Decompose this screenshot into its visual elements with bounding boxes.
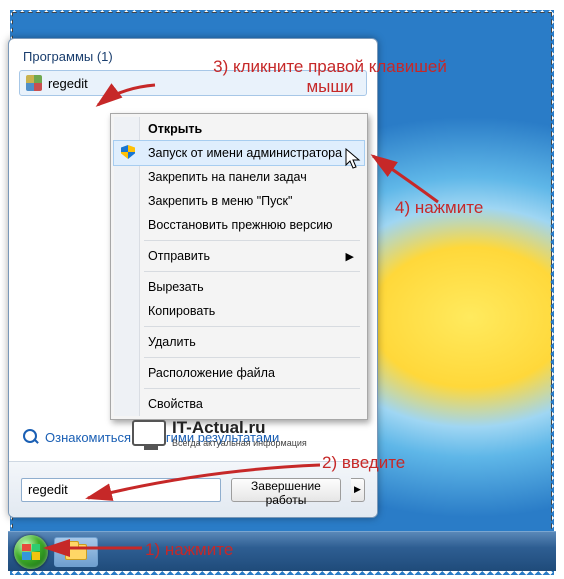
taskbar-explorer-button[interactable]: [54, 537, 98, 567]
context-menu-item-label: Отправить: [148, 249, 210, 263]
context-menu-item-label: Удалить: [148, 335, 196, 349]
uac-shield-icon: [121, 145, 135, 159]
submenu-arrow-icon: ▶: [346, 250, 354, 263]
regedit-icon: [26, 75, 42, 91]
context-menu-separator: [144, 240, 360, 241]
windows-logo-icon: [22, 544, 40, 560]
context-menu-item-label: Запуск от имени администратора: [148, 146, 342, 160]
shutdown-button[interactable]: Завершение работы: [231, 478, 341, 502]
search-input[interactable]: [21, 478, 221, 502]
folder-icon: [65, 544, 87, 560]
context-menu-separator: [144, 357, 360, 358]
context-menu-item[interactable]: Расположение файла: [114, 361, 364, 385]
torn-edge: [546, 10, 554, 575]
context-menu-item[interactable]: Закрепить на панели задач: [114, 165, 364, 189]
context-menu-item[interactable]: Открыть: [114, 117, 364, 141]
taskbar: [8, 531, 556, 571]
programs-header: Программы (1): [9, 39, 377, 68]
context-menu-separator: [144, 271, 360, 272]
context-menu-item[interactable]: Вырезать: [114, 275, 364, 299]
context-menu-item-label: Закрепить в меню "Пуск": [148, 194, 292, 208]
context-menu-item[interactable]: Удалить: [114, 330, 364, 354]
context-menu-item-label: Копировать: [148, 304, 215, 318]
context-menu-item-label: Свойства: [148, 397, 203, 411]
context-menu-item[interactable]: Закрепить в меню "Пуск": [114, 189, 364, 213]
see-all-results-label: Ознакомиться с другими результатами: [45, 430, 279, 445]
context-menu-separator: [144, 388, 360, 389]
search-icon: [23, 429, 39, 445]
context-menu-item-label: Вырезать: [148, 280, 204, 294]
context-menu-item-label: Восстановить прежнюю версию: [148, 218, 333, 232]
torn-edge: [10, 10, 554, 18]
shutdown-options-button[interactable]: ▶: [351, 478, 365, 502]
context-menu-separator: [144, 326, 360, 327]
see-all-results-link[interactable]: Ознакомиться с другими результатами: [23, 429, 279, 445]
context-menu-item-label: Закрепить на панели задач: [148, 170, 307, 184]
context-menu-item[interactable]: Отправить ▶: [114, 244, 364, 268]
context-menu: Открыть Запуск от имени администратора Зак…: [110, 113, 368, 420]
context-menu-item-label: Расположение файла: [148, 366, 275, 380]
context-menu-item-label: Открыть: [148, 122, 202, 136]
context-menu-item[interactable]: Свойства: [114, 392, 364, 416]
search-result-regedit[interactable]: regedit: [19, 70, 367, 96]
start-button[interactable]: [14, 535, 48, 569]
context-menu-item[interactable]: Копировать: [114, 299, 364, 323]
context-menu-item[interactable]: Запуск от имени администратора: [114, 141, 364, 165]
start-menu-footer: Завершение работы ▶: [9, 461, 377, 517]
search-result-label: regedit: [48, 76, 88, 91]
context-menu-item[interactable]: Восстановить прежнюю версию: [114, 213, 364, 237]
